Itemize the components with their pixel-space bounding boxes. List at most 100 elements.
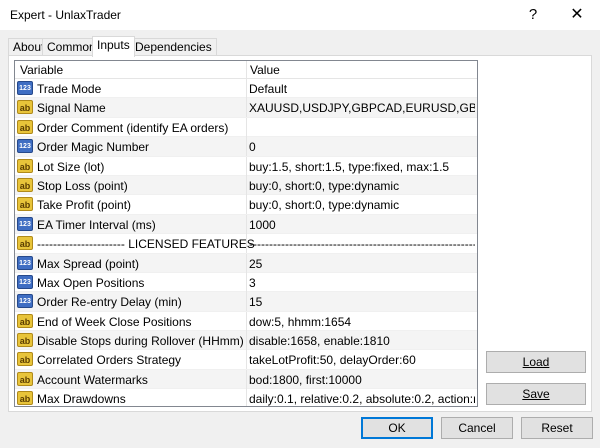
variable-name: Disable Stops during Rollover (HHmm) — [37, 334, 244, 349]
variable-value[interactable]: takeLotProfit:50, delayOrder:60 — [249, 353, 475, 367]
variable-name: Order Re-entry Delay (min) — [37, 295, 182, 310]
cell-divider — [246, 272, 247, 292]
cell-divider — [246, 253, 247, 273]
cell-divider — [246, 79, 247, 98]
variable-name: Max Spread (point) — [37, 256, 140, 271]
variable-name: Stop Loss (point) — [37, 178, 128, 193]
string-type-icon: ab — [17, 352, 33, 367]
cell-divider — [246, 311, 247, 331]
variable-name: Lot Size (lot) — [37, 159, 105, 174]
tab-inputs[interactable]: Inputs — [92, 36, 135, 57]
table-row[interactable]: ab Disable Stops during Rollover (HHmm) di… — [15, 331, 477, 351]
string-type-icon: ab — [17, 177, 33, 192]
reset-button[interactable]: Reset — [521, 417, 593, 439]
numeric-type-icon: 123 — [17, 139, 33, 154]
string-type-icon: ab — [17, 100, 33, 115]
ok-button[interactable]: OK — [361, 417, 433, 439]
numeric-type-icon: 123 — [17, 255, 33, 270]
table-row[interactable]: ab Max Drawdowns daily:0.1, relative:0.2, … — [15, 389, 477, 407]
numeric-type-icon: 123 — [17, 294, 33, 309]
variable-name: Correlated Orders Strategy — [37, 353, 182, 368]
variable-value[interactable]: bod:1800, first:10000 — [249, 373, 475, 387]
cell-divider — [246, 117, 247, 137]
save-button[interactable]: Save — [486, 383, 586, 405]
string-type-icon: ab — [17, 119, 33, 134]
table-row[interactable]: ab Stop Loss (point) buy:0, short:0, type:… — [15, 175, 477, 196]
column-header-variable[interactable]: Variable — [20, 63, 63, 77]
string-type-icon: ab — [17, 158, 33, 173]
string-type-icon: ab — [17, 333, 33, 348]
variable-name: Signal Name — [37, 101, 106, 116]
inputs-grid: Variable Value 123 Trade Mode Default ab Sig… — [14, 60, 478, 407]
numeric-type-icon: 123 — [17, 81, 33, 95]
variable-name: Order Comment (identify EA orders) — [37, 120, 229, 135]
cell-divider — [246, 214, 247, 234]
cell-divider — [246, 137, 247, 157]
cell-divider — [246, 175, 247, 195]
variable-value[interactable]: buy:0, short:0, type:dynamic — [249, 179, 475, 193]
string-type-icon: ab — [17, 371, 33, 386]
variable-value[interactable]: Default — [249, 82, 475, 96]
variable-value[interactable]: 15 — [249, 295, 475, 309]
help-button[interactable]: ? — [518, 4, 548, 26]
variable-value[interactable]: dow:5, hhmm:1654 — [249, 315, 475, 329]
load-button[interactable]: Load — [486, 351, 586, 373]
variable-name: Max Open Positions — [37, 275, 145, 290]
variable-name: EA Timer Interval (ms) — [37, 217, 156, 232]
table-row[interactable]: ab Correlated Orders Strategy takeLotProfi… — [15, 350, 477, 370]
variable-value[interactable]: buy:0, short:0, type:dynamic — [249, 198, 475, 212]
column-header-value[interactable]: Value — [250, 63, 280, 77]
cancel-button[interactable]: Cancel — [441, 417, 513, 439]
table-row[interactable]: 123 Max Spread (point) 25 — [15, 253, 477, 273]
tab-dependencies[interactable]: Dependencies — [130, 38, 217, 56]
table-row[interactable]: ab Take Profit (point) buy:0, short:0, typ… — [15, 195, 477, 215]
variable-value[interactable]: 1000 — [249, 218, 475, 232]
cell-divider — [246, 369, 247, 389]
variable-name: Trade Mode — [37, 82, 102, 96]
variable-value[interactable]: buy:1.5, short:1.5, type:fixed, max:1.5 — [249, 160, 475, 174]
variable-value[interactable]: 3 — [249, 276, 475, 290]
cell-divider — [246, 234, 247, 254]
table-row[interactable]: 123 Max Open Positions 3 — [15, 272, 477, 293]
variable-name: ---------------------- LICENSED FEATURES — [37, 237, 255, 252]
cell-divider — [246, 156, 247, 176]
cell-divider — [246, 98, 247, 118]
variable-name: Take Profit (point) — [37, 198, 132, 213]
table-row[interactable]: ab Signal Name XAUUSD,USDJPY,GBPCAD,EURUSD… — [15, 98, 477, 118]
variable-value[interactable]: ----------------------------------------… — [249, 237, 475, 251]
table-row[interactable]: 123 Trade Mode Default — [15, 79, 477, 99]
variable-value[interactable]: XAUUSD,USDJPY,GBPCAD,EURUSD,GBPU... — [249, 101, 475, 115]
window-title: Expert - UnlaxTrader — [10, 8, 121, 22]
numeric-type-icon: 123 — [17, 274, 33, 289]
variable-value[interactable]: disable:1658, enable:1810 — [249, 334, 475, 348]
variable-name: Order Magic Number — [37, 140, 150, 155]
variable-value[interactable]: 25 — [249, 257, 475, 271]
variable-name: End of Week Close Positions — [37, 314, 192, 329]
table-row[interactable]: ab ---------------------- LICENSED FEATUR… — [15, 234, 477, 254]
table-row[interactable]: 123 Order Re-entry Delay (min) 15 — [15, 292, 477, 312]
table-row[interactable]: 123 EA Timer Interval (ms) 1000 — [15, 214, 477, 235]
table-row[interactable]: ab Order Comment (identify EA orders) — [15, 117, 477, 138]
close-button[interactable]: ✕ — [562, 4, 592, 26]
table-row[interactable]: 123 Order Magic Number 0 — [15, 137, 477, 157]
string-type-icon: ab — [17, 313, 33, 328]
table-row[interactable]: ab Lot Size (lot) buy:1.5, short:1.5, type… — [15, 156, 477, 176]
title-bar: Expert - UnlaxTrader ? ✕ — [0, 0, 600, 30]
string-type-icon: ab — [17, 391, 33, 406]
cell-divider — [246, 389, 247, 406]
cell-divider — [246, 331, 247, 351]
table-row[interactable]: ab End of Week Close Positions dow:5, hhmm… — [15, 311, 477, 332]
variable-value[interactable]: 0 — [249, 140, 475, 154]
variable-name: Account Watermarks — [37, 372, 148, 387]
cell-divider — [246, 292, 247, 312]
grid-rows: 123 Trade Mode Default ab Signal Name XAUUSD,… — [15, 79, 477, 407]
grid-header: Variable Value — [15, 61, 477, 79]
cell-divider — [246, 350, 247, 370]
variable-name: Max Drawdowns — [37, 392, 126, 407]
variable-value[interactable]: daily:0.1, relative:0.2, absolute:0.2, a… — [249, 392, 475, 406]
column-divider[interactable] — [246, 61, 247, 79]
table-row[interactable]: ab Account Watermarks bod:1800, first:1000… — [15, 369, 477, 390]
string-type-icon: ab — [17, 236, 33, 251]
cell-divider — [246, 195, 247, 215]
string-type-icon: ab — [17, 197, 33, 212]
